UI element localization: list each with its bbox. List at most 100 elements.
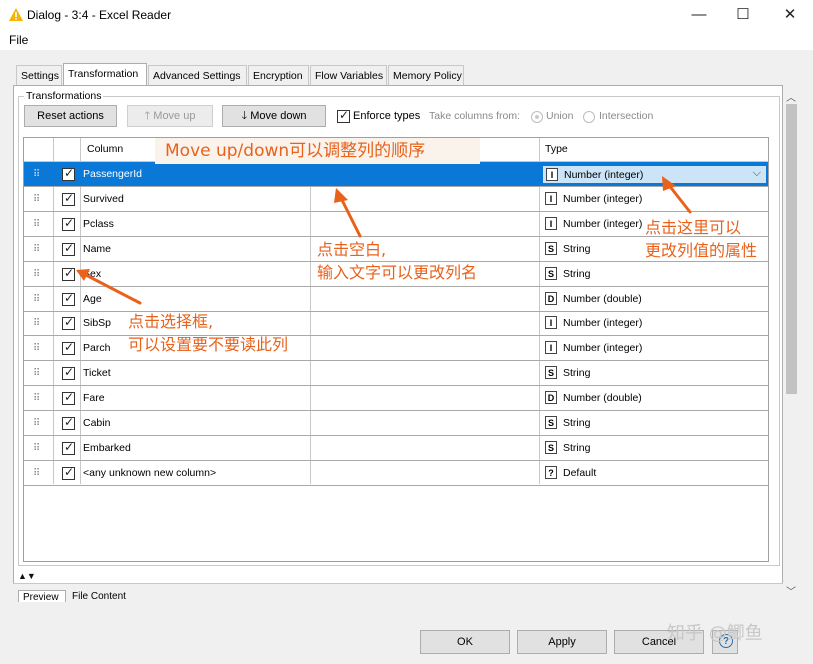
scroll-up-icon[interactable]: ︿ [786, 89, 796, 104]
tab-encryption[interactable]: Encryption [248, 65, 309, 85]
union-label: Union [546, 110, 574, 122]
tab-transformation[interactable]: Transformation [63, 63, 147, 86]
row-type-select[interactable]: D Number (double) [542, 290, 767, 309]
drag-handle-icon[interactable]: ⠿ [33, 294, 40, 305]
move-down-button[interactable]: 🡓 Move down [222, 105, 326, 127]
ok-button[interactable]: OK [420, 630, 510, 654]
drag-handle-icon[interactable]: ⠿ [33, 318, 40, 329]
table-row[interactable]: ⠿ Age D Number (double) [24, 287, 768, 312]
row-column-name: SibSp [83, 317, 112, 330]
tab-flow-variables[interactable]: Flow Variables [310, 65, 387, 85]
type-badge-icon: S [545, 366, 557, 380]
type-label: String [563, 242, 591, 255]
table-row[interactable]: ⠿ <any unknown new column>? Default [24, 461, 768, 486]
row-type-select[interactable]: ? Default [542, 464, 767, 483]
row-rename-field[interactable] [310, 436, 539, 460]
row-checkbox[interactable] [62, 365, 75, 381]
row-checkbox[interactable] [62, 291, 75, 306]
table-row[interactable]: ⠿ Fare D Number (double) [24, 386, 768, 412]
type-badge-icon: I [545, 191, 557, 205]
table-row[interactable]: ⠿ Survived I Number (integer) [24, 187, 768, 212]
annotation-blank-1: 点击空白, [317, 240, 387, 259]
row-rename-field[interactable] [310, 187, 539, 211]
splitter-arrows-icon[interactable]: ▲▼ [18, 571, 36, 581]
table-row[interactable]: ⠿ PassengerId I Number (integer) ⌵ [24, 162, 768, 187]
row-rename-field[interactable] [310, 162, 539, 186]
row-type-select[interactable]: I Number (integer) [542, 314, 767, 333]
scrollbar-thumb[interactable] [786, 104, 797, 394]
row-checkbox[interactable] [62, 440, 75, 455]
type-label: String [563, 267, 591, 280]
drag-handle-icon[interactable]: ⠿ [33, 194, 40, 205]
scroll-down-icon[interactable]: ﹀ [786, 583, 796, 598]
row-rename-field[interactable] [310, 361, 539, 385]
drag-handle-icon[interactable]: ⠿ [33, 393, 40, 404]
drag-handle-icon[interactable]: ⠿ [33, 269, 40, 280]
row-checkbox[interactable] [62, 340, 75, 356]
row-checkbox[interactable] [62, 415, 75, 430]
row-column-name: Pclass [83, 217, 114, 230]
row-column-name: Name [83, 242, 112, 255]
row-type-select[interactable]: S String [542, 414, 767, 433]
row-checkbox[interactable] [62, 191, 75, 206]
row-rename-field[interactable] [310, 386, 539, 410]
tab-preview[interactable]: Preview [18, 590, 66, 602]
drag-handle-icon[interactable]: ⠿ [33, 468, 40, 479]
row-rename-field[interactable] [310, 411, 539, 435]
row-type-select[interactable]: S String [542, 265, 767, 284]
table-row[interactable]: ⠿ Embarked S String [24, 436, 768, 461]
annotation-move: Move up/down可以调整列的顺序 [155, 138, 480, 164]
tab-memory-policy[interactable]: Memory Policy [388, 65, 464, 85]
drag-handle-icon[interactable]: ⠿ [33, 368, 40, 379]
type-badge-icon: S [545, 241, 557, 255]
menu-bar: File [0, 30, 813, 50]
drag-handle-icon[interactable]: ⠿ [33, 418, 40, 429]
table-row[interactable]: ⠿ Ticket S String [24, 361, 768, 387]
row-rename-field[interactable] [310, 212, 539, 236]
row-rename-field[interactable] [310, 287, 539, 311]
row-column-name: Cabin [83, 417, 111, 429]
chevron-down-icon[interactable]: ⌵ [753, 167, 761, 180]
type-label: String [563, 367, 591, 380]
row-type-select[interactable]: I Number (integer) ⌵ [542, 165, 767, 184]
type-badge-icon: S [545, 266, 557, 280]
drag-handle-icon[interactable]: ⠿ [33, 169, 40, 180]
enforce-types-checkbox[interactable] [337, 108, 350, 123]
row-checkbox[interactable] [62, 241, 75, 256]
tab-settings[interactable]: Settings [16, 65, 62, 85]
type-badge-icon: I [545, 341, 557, 355]
row-rename-field[interactable] [310, 461, 539, 485]
row-type-select[interactable]: S String [542, 364, 767, 383]
row-checkbox[interactable] [62, 315, 75, 331]
enforce-types-label: Enforce types [353, 110, 421, 122]
reset-actions-button[interactable]: Reset actions [24, 105, 117, 127]
row-type-select[interactable]: I Number (integer) [542, 190, 767, 209]
row-checkbox[interactable] [62, 166, 75, 181]
table-row[interactable]: ⠿ Cabin S String [24, 411, 768, 436]
union-radio[interactable] [531, 111, 543, 123]
row-checkbox[interactable] [62, 390, 75, 406]
maximize-button[interactable]: ☐ [728, 4, 758, 26]
row-type-select[interactable]: S String [542, 439, 767, 458]
row-checkbox[interactable] [62, 465, 75, 480]
menu-file[interactable]: File [9, 33, 28, 47]
annotation-blank-2: 输入文字可以更改列名 [317, 263, 478, 282]
row-checkbox[interactable] [62, 216, 75, 231]
close-button[interactable]: ✕ [775, 4, 805, 26]
tab-advanced-settings[interactable]: Advanced Settings [148, 65, 247, 85]
drag-handle-icon[interactable]: ⠿ [33, 244, 40, 255]
intersection-radio[interactable] [583, 111, 595, 123]
row-type-select[interactable]: D Number (double) [542, 389, 767, 408]
row-rename-field[interactable] [310, 311, 539, 335]
move-up-button[interactable]: 🡑 Move up [127, 105, 213, 127]
row-type-select[interactable]: I Number (integer) [542, 339, 767, 358]
drag-handle-icon[interactable]: ⠿ [33, 343, 40, 354]
tab-file-content[interactable]: File Content [68, 590, 134, 602]
row-checkbox[interactable] [62, 266, 75, 281]
drag-handle-icon[interactable]: ⠿ [33, 219, 40, 230]
apply-button[interactable]: Apply [517, 630, 607, 654]
drag-handle-icon[interactable]: ⠿ [33, 443, 40, 454]
minimize-button[interactable]: — [684, 4, 714, 26]
annotation-check-1: 点击选择框, [128, 312, 214, 331]
row-rename-field[interactable] [310, 336, 539, 360]
